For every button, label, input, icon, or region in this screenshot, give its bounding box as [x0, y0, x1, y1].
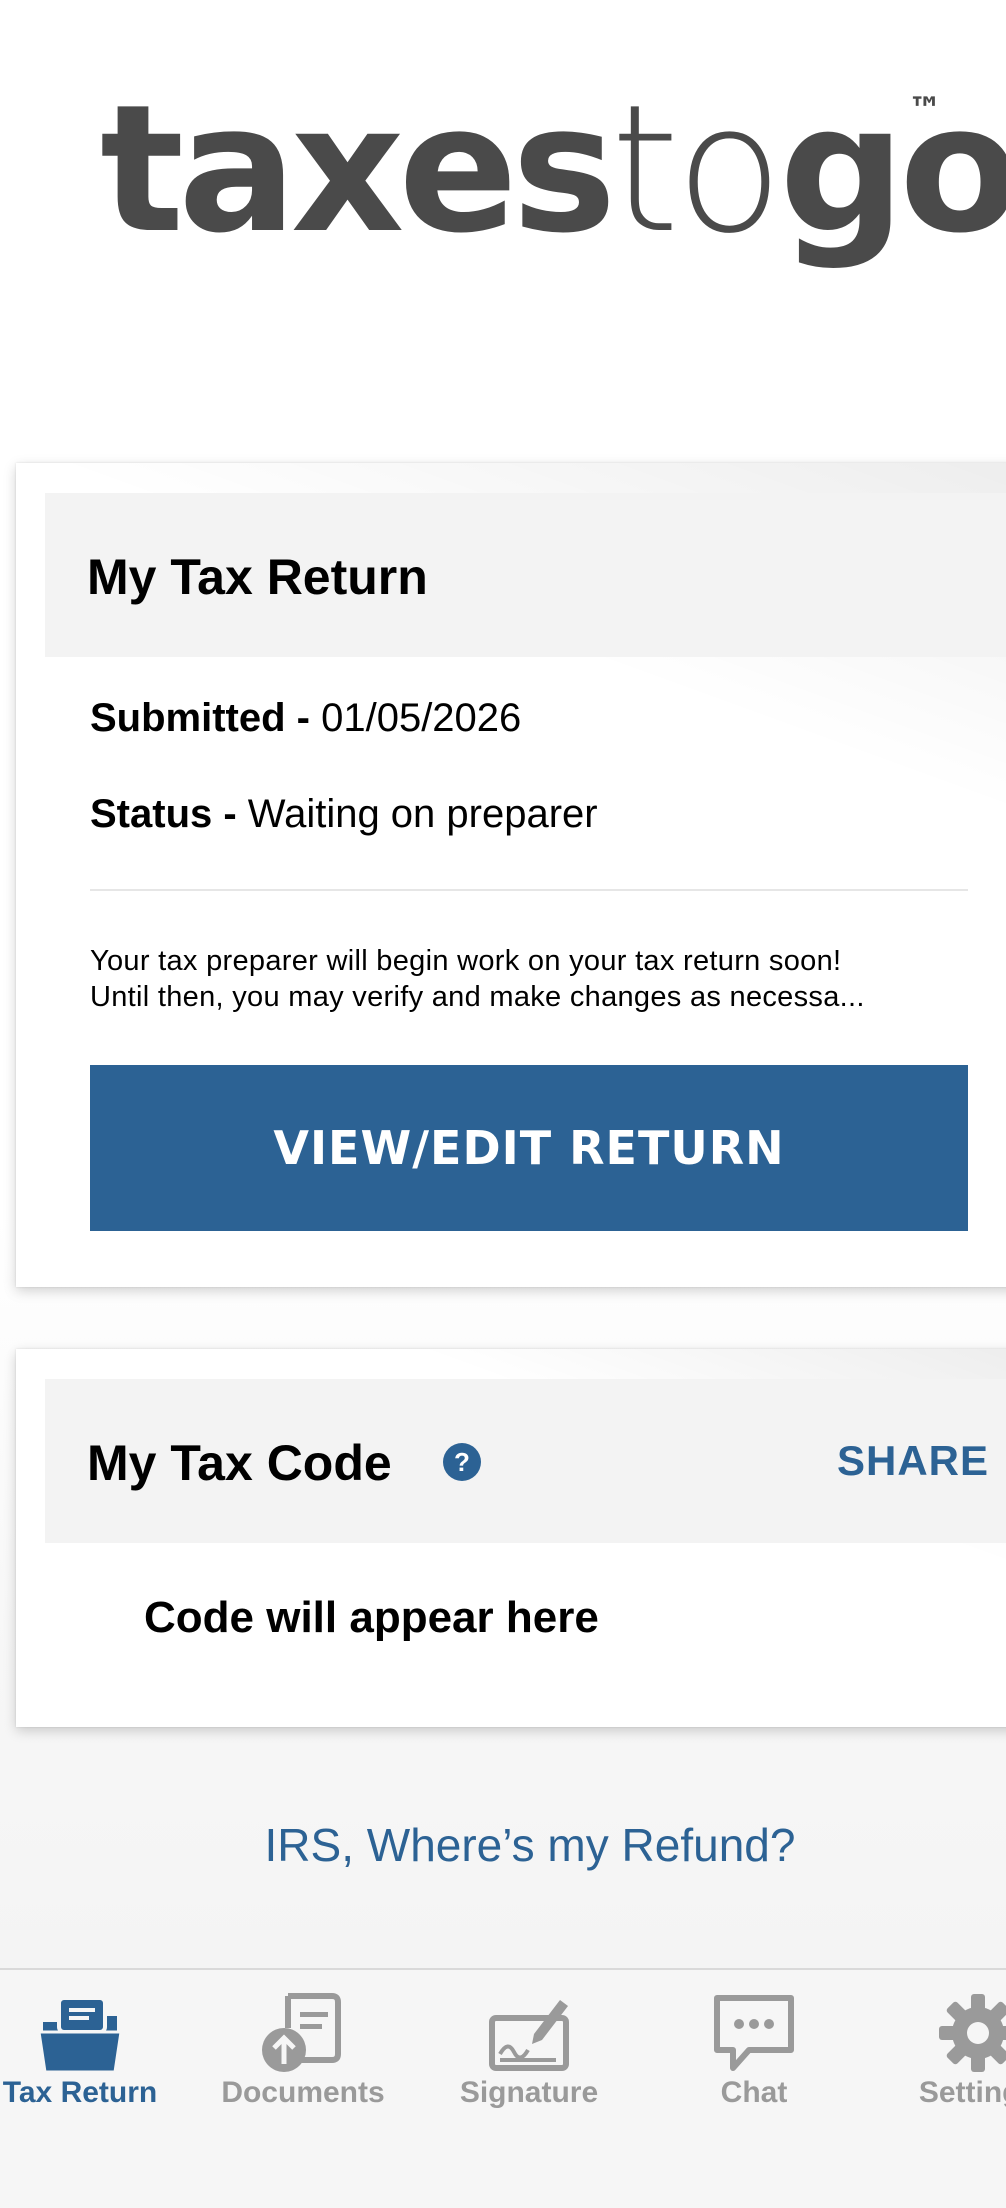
tab-chat[interactable]: Chat [654, 1970, 854, 2120]
tab-tax-return[interactable]: Tax Return [0, 1970, 180, 2120]
submitted-value: 01/05/2026 [321, 696, 522, 740]
logo-wordmark: taxestogo [100, 67, 1006, 272]
tax-return-card-header: My Tax Return [45, 493, 1006, 657]
description-line-1: Your tax preparer will begin work on you… [90, 945, 842, 977]
status-label: Status - [90, 792, 248, 836]
tax-return-title: My Tax Return [87, 549, 428, 605]
view-edit-return-button[interactable]: VIEW/EDIT RETURN [90, 1065, 968, 1231]
app-logo: taxestogo ™ [100, 70, 1006, 270]
signature-icon [489, 2000, 569, 2071]
tab-documents[interactable]: Documents [203, 1970, 403, 2120]
share-button[interactable]: SHARE [837, 1437, 989, 1485]
gear-icon [939, 1994, 1006, 2072]
tax-code-placeholder: Code will appear here [144, 1593, 599, 1642]
chat-icon [714, 1995, 794, 2071]
submitted-row: Submitted - 01/05/2026 [90, 695, 521, 741]
tax-return-card: My Tax Return Submitted - 01/05/2026 Sta… [16, 463, 1006, 1287]
tax-code-card: My Tax Code ? SHARE Code will appear her… [16, 1349, 1006, 1727]
tab-signature[interactable]: Signature [429, 1970, 629, 2120]
divider [90, 889, 968, 891]
submitted-label: Submitted - [90, 696, 322, 740]
bottom-tab-bar: Tax Return Documents Signature Chat Sett… [0, 1968, 1006, 2208]
status-row: Status - Waiting on preparer [90, 791, 598, 837]
tab-tax-return-label: Tax Return [2, 2076, 158, 2109]
tax-return-description: Your tax preparer will begin work on you… [90, 943, 970, 1015]
tab-signature-label: Signature [459, 2076, 599, 2109]
folder-icon [37, 1996, 123, 2074]
help-icon[interactable]: ? [443, 1443, 481, 1481]
document-upload-icon [262, 1993, 341, 2072]
tab-settings-label: Settings [918, 2076, 1006, 2109]
irs-refund-link[interactable]: IRS, Where’s my Refund? [0, 1818, 1006, 1872]
status-value: Waiting on preparer [247, 792, 598, 836]
tab-settings[interactable]: Settings [878, 1970, 1006, 2120]
logo-trademark: ™ [908, 90, 942, 130]
tax-code-title: My Tax Code [87, 1435, 392, 1491]
tax-code-card-header: My Tax Code ? SHARE [45, 1379, 1006, 1543]
tab-chat-label: Chat [720, 2076, 788, 2109]
description-line-2: Until then, you may verify and make chan… [90, 981, 865, 1013]
tab-documents-label: Documents [221, 2076, 385, 2109]
